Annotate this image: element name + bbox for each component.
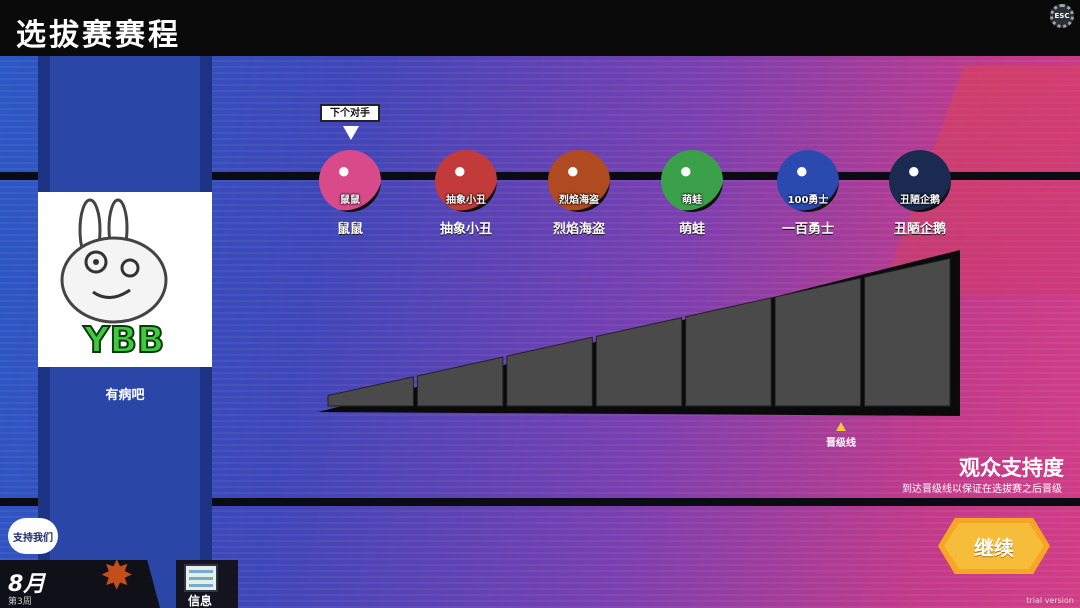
opponent-name: 一百勇士 [781, 222, 834, 237]
next-opponent-badge: 下个对手 [320, 104, 380, 122]
continue-button[interactable]: 继续 [938, 518, 1050, 574]
maple-leaf-icon: ✸ [100, 553, 134, 599]
page-title: 选拔赛赛程 [16, 18, 181, 53]
audience-support-title: 观众支持度 [959, 456, 1064, 480]
support-bar-segment [864, 257, 951, 407]
opponent-badge: 丑陋企鹅 [900, 195, 940, 206]
next-opponent-arrow-icon [343, 126, 359, 140]
qualify-line-label: 晋级线 [826, 438, 856, 449]
opponent-badge: 100勇士 [787, 195, 829, 206]
esc-gear-icon[interactable]: ESC [1050, 4, 1074, 28]
qualify-line-marker-icon [836, 422, 846, 431]
opponent-1[interactable]: 抽象小丑 抽象小丑 [426, 150, 506, 237]
opponent-badge: 鼠鼠 [340, 195, 360, 206]
opponent-name: 烈焰海盗 [552, 222, 605, 237]
opponent-logo-icon: 烈焰海盗 [548, 150, 610, 212]
opponent-name: 鼠鼠 [336, 222, 363, 237]
continue-button-label: 继续 [944, 523, 1044, 569]
opponent-logo-icon: 丑陋企鹅 [889, 150, 951, 212]
trial-version-label: trial version [1026, 596, 1074, 605]
date-week: 第3周 [8, 597, 32, 607]
opponent-name: 抽象小丑 [439, 222, 492, 237]
support-bar-segment [774, 277, 862, 407]
audience-support-bar [318, 250, 960, 416]
opponent-0[interactable]: 鼠鼠 鼠鼠 [310, 150, 390, 237]
support-bar-segment [327, 376, 414, 407]
opponent-logo-icon: 抽象小丑 [435, 150, 497, 212]
opponent-4[interactable]: 100勇士一百勇士 [768, 150, 848, 237]
top-bar: 选拔赛赛程 ESC [0, 0, 1080, 56]
player-avatar: YBB [38, 192, 212, 367]
opponent-badge: 烈焰海盗 [559, 195, 599, 206]
opponent-name: 萌蛙 [678, 222, 705, 237]
opponent-name: 丑陋企鹅 [893, 222, 946, 237]
support-bar-segment [685, 297, 772, 407]
player-logo-text: YBB [83, 320, 165, 361]
opponent-2[interactable]: 烈焰海盗 烈焰海盗 [539, 150, 619, 237]
support-bar-segment [506, 336, 593, 407]
support-us-button[interactable]: 支持我们 [8, 518, 58, 554]
opponent-5[interactable]: 丑陋企鹅 丑陋企鹅 [880, 150, 960, 237]
audience-support-subtitle: 到达晋级线以保证在选拔赛之后晋级 [902, 484, 1062, 495]
info-button-label: 信息 [188, 594, 213, 608]
support-bar-segment [595, 316, 683, 407]
info-button[interactable]: 信息 [176, 560, 238, 608]
player-name: 有病吧 [105, 388, 145, 403]
opponent-logo-icon: 鼠鼠 [319, 150, 381, 212]
document-icon [184, 564, 218, 592]
opponent-badge: 抽象小丑 [446, 195, 486, 206]
opponent-logo-icon: 萌蛙 [661, 150, 723, 212]
opponent-logo-icon: 100勇士 [777, 150, 839, 212]
opponent-3[interactable]: 萌蛙 萌蛙 [652, 150, 732, 237]
opponent-badge: 萌蛙 [682, 195, 702, 206]
support-bar-segment [416, 356, 504, 407]
